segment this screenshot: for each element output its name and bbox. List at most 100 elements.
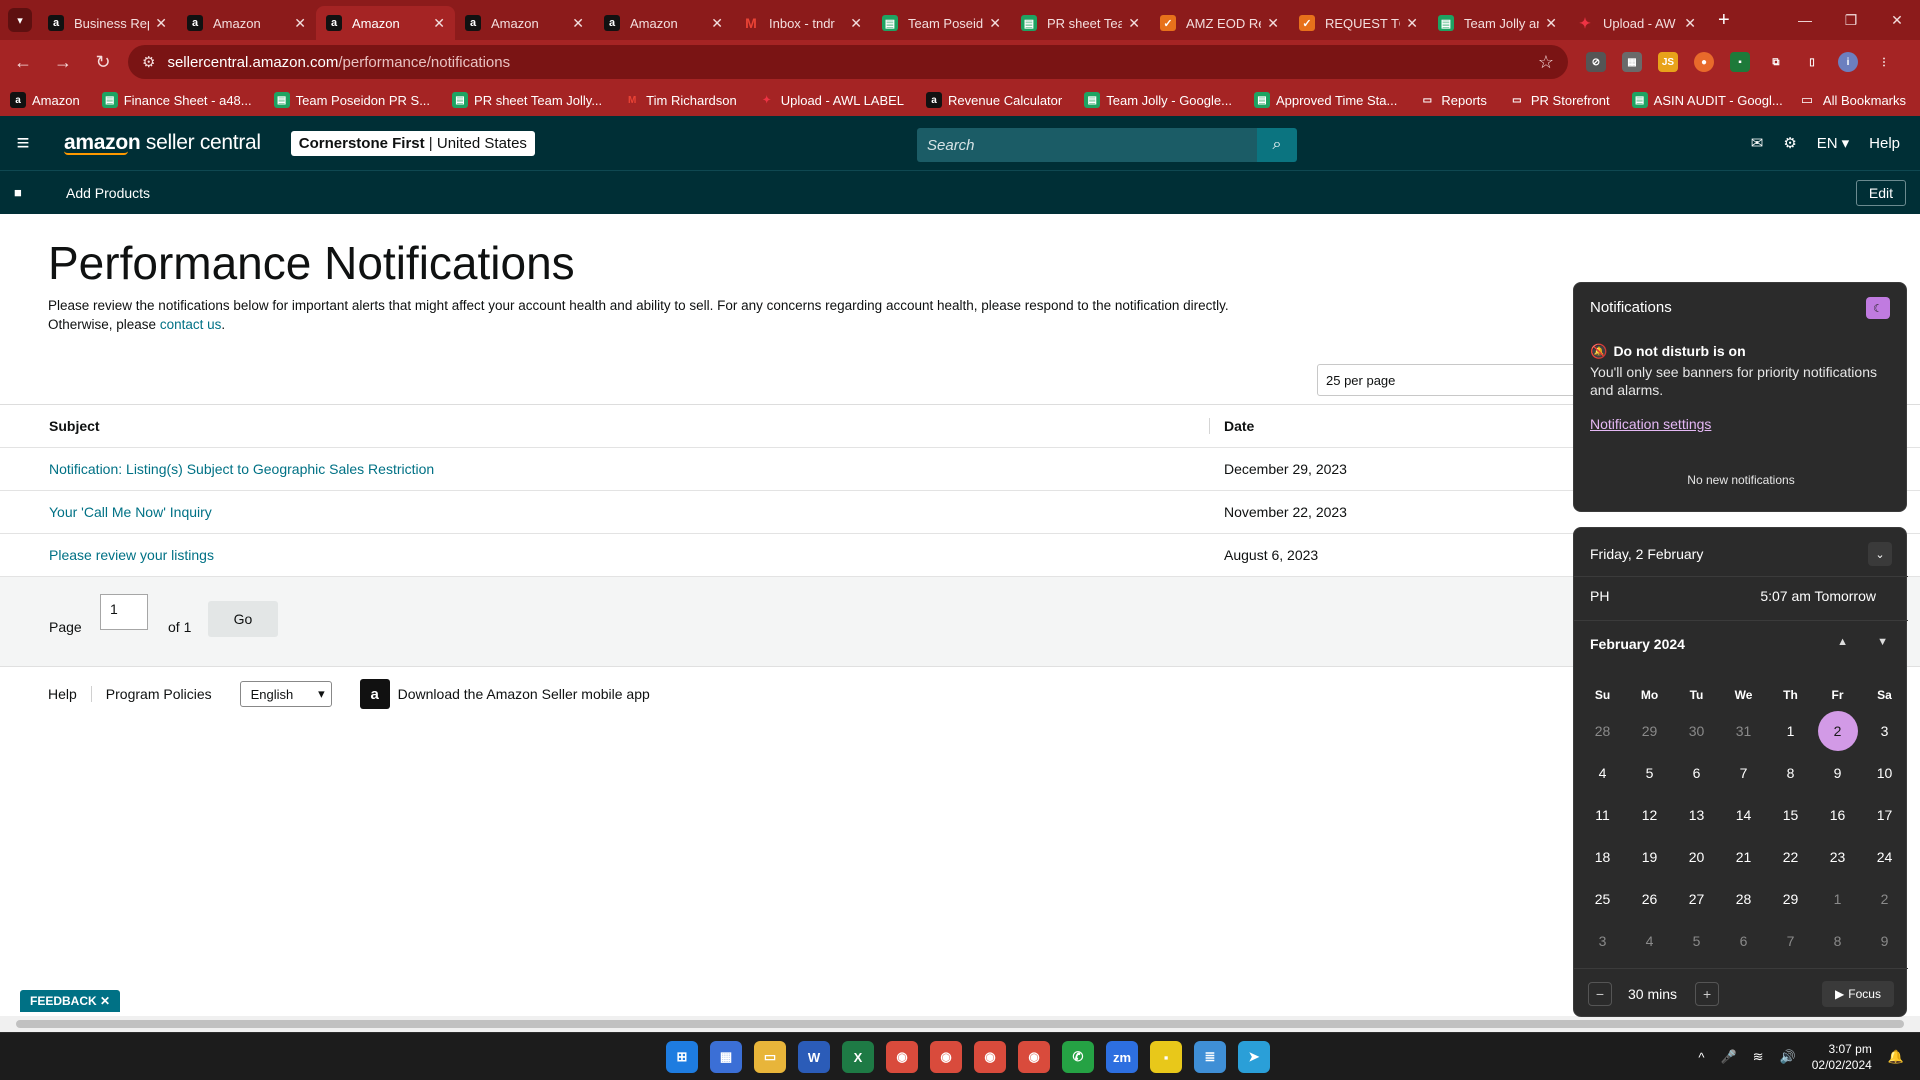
close-tab-icon[interactable]: ✕: [850, 15, 862, 32]
amazon-app-icon[interactable]: a: [359, 679, 390, 709]
calendar-day[interactable]: 4: [1579, 752, 1626, 794]
hamburger-menu-icon[interactable]: ≡: [0, 130, 46, 156]
close-tab-icon[interactable]: ✕: [1128, 15, 1140, 32]
calendar-day[interactable]: 10: [1861, 752, 1908, 794]
restore-icon[interactable]: ❐: [1828, 0, 1874, 40]
system-clock[interactable]: 3:07 pm 02/02/2024: [1812, 1041, 1872, 1073]
close-tab-icon[interactable]: ✕: [989, 15, 1001, 32]
calendar-day[interactable]: 21: [1720, 836, 1767, 878]
calendar-day[interactable]: 7: [1720, 752, 1767, 794]
calendar-day[interactable]: 6: [1720, 920, 1767, 962]
bookmark-icon[interactable]: ■: [14, 185, 36, 200]
calendar-day[interactable]: 29: [1626, 710, 1673, 752]
calendar-day[interactable]: 22: [1767, 836, 1814, 878]
calendar-day[interactable]: 14: [1720, 794, 1767, 836]
extension-circle-icon[interactable]: ●: [1694, 52, 1714, 72]
search-icon[interactable]: ⌕: [1257, 128, 1297, 162]
notification-settings-link[interactable]: Notification settings: [1590, 416, 1711, 432]
chevron-down-icon[interactable]: ⌄: [1868, 542, 1892, 566]
browser-tab[interactable]: ✓ REQUEST TO ✕: [1289, 6, 1428, 40]
scrollbar-thumb[interactable]: [16, 1020, 1904, 1028]
browser-tab[interactable]: M Inbox - tndr ✕: [733, 6, 872, 40]
bookmark-item[interactable]: M Tim Richardson: [624, 92, 737, 108]
footer-help-link[interactable]: Help: [0, 686, 92, 702]
bookmark-item[interactable]: ▤ Team Poseidon PR S...: [273, 92, 430, 108]
bookmark-item[interactable]: a Amazon: [10, 92, 80, 108]
help-link[interactable]: Help: [1869, 135, 1900, 152]
browser-tab[interactable]: a Business Rep ✕: [38, 6, 177, 40]
close-tab-icon[interactable]: ✕: [433, 15, 445, 32]
chrome-icon[interactable]: ◉: [974, 1041, 1006, 1073]
close-tab-icon[interactable]: ✕: [1267, 15, 1279, 32]
telegram-icon[interactable]: ➤: [1238, 1041, 1270, 1073]
bookmark-item[interactable]: ▤ Finance Sheet - a48...: [101, 92, 252, 108]
browser-tab[interactable]: a Amazon ✕: [177, 6, 316, 40]
month-label[interactable]: February 2024: [1590, 636, 1685, 652]
calendar-day[interactable]: 5: [1673, 920, 1720, 962]
browser-menu-icon[interactable]: ⋮: [1874, 52, 1894, 72]
forward-icon[interactable]: →: [46, 45, 80, 79]
go-button[interactable]: Go: [208, 601, 278, 637]
calendar-day[interactable]: 6: [1673, 752, 1720, 794]
notification-subject-link[interactable]: Notification: Listing(s) Subject to Geog…: [0, 461, 1210, 477]
calendar-day[interactable]: 9: [1814, 752, 1861, 794]
browser-tab[interactable]: ▤ PR sheet Tea ✕: [1011, 6, 1150, 40]
calendar-day[interactable]: 20: [1673, 836, 1720, 878]
close-tab-icon[interactable]: ✕: [1406, 15, 1418, 32]
bookmark-star-icon[interactable]: ☆: [1538, 52, 1554, 73]
calendar-day[interactable]: 29: [1767, 878, 1814, 920]
focus-button[interactable]: ▶ Focus: [1822, 981, 1894, 1007]
close-window-icon[interactable]: ✕: [1874, 0, 1920, 40]
subject-column-header[interactable]: Subject: [0, 418, 1210, 434]
next-month-icon[interactable]: ▼: [1877, 636, 1888, 648]
file-explorer-icon[interactable]: ▭: [754, 1041, 786, 1073]
footer-language-select[interactable]: English ▾: [239, 681, 332, 707]
download-app-link[interactable]: Download the Amazon Seller mobile app: [398, 686, 650, 702]
new-tab-icon[interactable]: +: [1718, 9, 1730, 32]
calendar-day[interactable]: 17: [1861, 794, 1908, 836]
extension-green-icon[interactable]: ▪: [1730, 52, 1750, 72]
calendar-day[interactable]: 3: [1861, 710, 1908, 752]
minimize-icon[interactable]: —: [1782, 0, 1828, 40]
calendar-day[interactable]: 27: [1673, 878, 1720, 920]
calendar-day[interactable]: 4: [1626, 920, 1673, 962]
bookmark-item[interactable]: ▤ PR sheet Team Jolly...: [452, 92, 602, 108]
tab-search-icon[interactable]: ▾: [8, 8, 32, 32]
calendar-day[interactable]: 2: [1861, 878, 1908, 920]
browser-tab[interactable]: ▤ Team Poseid ✕: [872, 6, 1011, 40]
calendar-day[interactable]: 16: [1814, 794, 1861, 836]
windows-start-icon[interactable]: ⊞: [666, 1041, 698, 1073]
calendar-day[interactable]: 13: [1673, 794, 1720, 836]
calendar-day[interactable]: 28: [1579, 710, 1626, 752]
increase-minutes-icon[interactable]: +: [1695, 981, 1720, 1006]
notification-subject-link[interactable]: Your 'Call Me Now' Inquiry: [0, 504, 1210, 520]
widgets-icon[interactable]: ▦: [710, 1041, 742, 1073]
search-input[interactable]: Search: [917, 128, 1257, 162]
extension-off-icon[interactable]: ⊘: [1586, 52, 1606, 72]
site-settings-icon[interactable]: ⚙: [142, 53, 155, 71]
calendar-day[interactable]: 15: [1767, 794, 1814, 836]
notification-bell-icon[interactable]: 🔔: [1888, 1049, 1904, 1065]
chrome-icon[interactable]: ◉: [886, 1041, 918, 1073]
calendar-day[interactable]: 30: [1673, 710, 1720, 752]
browser-tab[interactable]: ✦ Upload - AW ✕: [1567, 6, 1706, 40]
calendar-day[interactable]: 9: [1861, 920, 1908, 962]
calendar-day[interactable]: 11: [1579, 794, 1626, 836]
seller-central-logo[interactable]: amazon seller central: [64, 131, 261, 155]
edit-button[interactable]: Edit: [1855, 180, 1906, 206]
calendar-day[interactable]: 1: [1814, 878, 1861, 920]
calendar-day[interactable]: 12: [1626, 794, 1673, 836]
calendar-day[interactable]: 8: [1767, 752, 1814, 794]
show-hidden-icons-icon[interactable]: ^: [1698, 1050, 1704, 1065]
browser-tab[interactable]: a Amazon ✕: [594, 6, 733, 40]
store-selector[interactable]: Cornerstone First | United States: [290, 130, 535, 156]
whatsapp-icon[interactable]: ✆: [1062, 1041, 1094, 1073]
url-bar[interactable]: ⚙ sellercentral.amazon.com/performance/n…: [128, 45, 1568, 79]
profile-avatar-icon[interactable]: i: [1838, 52, 1858, 72]
bookmark-item[interactable]: ✦ Upload - AWL LABEL: [759, 92, 905, 108]
close-tab-icon[interactable]: ✕: [1684, 15, 1696, 32]
chrome-icon[interactable]: ◉: [930, 1041, 962, 1073]
calendar-day[interactable]: 31: [1720, 710, 1767, 752]
bookmark-item[interactable]: a Revenue Calculator: [926, 92, 1062, 108]
bookmark-item[interactable]: ▤ Team Jolly - Google...: [1084, 92, 1232, 108]
